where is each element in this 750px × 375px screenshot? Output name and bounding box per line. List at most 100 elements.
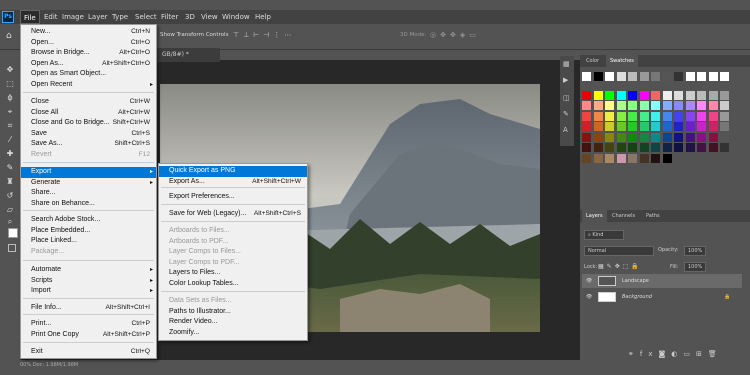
file-menu-item[interactable]: Export ▸ xyxy=(21,167,156,178)
visibility-eye-icon[interactable]: 👁 xyxy=(586,274,592,288)
color-swatch[interactable] xyxy=(697,101,706,110)
color-swatch[interactable] xyxy=(674,111,683,121)
document-tab[interactable]: GB/8#) * xyxy=(150,48,220,62)
menu-file[interactable]: File xyxy=(20,10,40,24)
color-swatch[interactable] xyxy=(616,143,626,152)
color-swatch[interactable] xyxy=(708,132,718,142)
color-swatch[interactable] xyxy=(639,132,649,142)
color-swatch[interactable] xyxy=(628,153,637,163)
color-swatch[interactable] xyxy=(662,132,672,142)
color-swatch[interactable] xyxy=(662,153,672,163)
color-swatch[interactable] xyxy=(605,153,614,163)
color-swatch[interactable] xyxy=(708,111,718,121)
color-swatch[interactable] xyxy=(662,143,672,152)
opacity-field[interactable]: 100% xyxy=(684,246,706,256)
color-swatch[interactable] xyxy=(639,153,649,163)
file-menu-item[interactable]: Exit Ctrl+Q xyxy=(21,347,156,358)
color-swatch[interactable] xyxy=(593,132,603,142)
color-swatch[interactable] xyxy=(651,122,660,131)
file-menu-item[interactable]: Scripts ▸ xyxy=(21,276,156,287)
color-swatch[interactable] xyxy=(674,101,683,110)
menu-edit[interactable]: Edit xyxy=(41,10,61,24)
color-swatch[interactable] xyxy=(708,90,718,100)
color-swatch[interactable] xyxy=(674,132,683,142)
color-swatch[interactable] xyxy=(605,122,614,131)
color-swatch[interactable] xyxy=(628,122,637,131)
menu-type[interactable]: Type xyxy=(109,10,131,24)
file-menu-item[interactable]: Import ▸ xyxy=(21,286,156,297)
color-swatch[interactable] xyxy=(582,153,591,163)
color-swatch[interactable] xyxy=(605,132,614,142)
file-menu-item[interactable]: Print... Ctrl+P xyxy=(21,319,156,330)
color-swatch[interactable] xyxy=(662,101,672,110)
tab-paths[interactable]: Paths xyxy=(642,210,664,222)
color-swatch[interactable] xyxy=(616,72,626,81)
color-swatch[interactable] xyxy=(685,111,695,121)
color-swatch[interactable] xyxy=(662,122,672,131)
color-swatch[interactable] xyxy=(708,143,718,152)
color-swatch[interactable] xyxy=(616,122,626,131)
color-swatch[interactable] xyxy=(593,72,603,81)
export-menu-item[interactable]: Layer Comps to PDF... xyxy=(159,258,307,269)
brush-tool-icon[interactable]: ✎ xyxy=(4,162,16,174)
tab-color[interactable]: Color xyxy=(582,55,603,67)
color-swatch[interactable] xyxy=(639,143,649,152)
color-swatch[interactable] xyxy=(582,143,591,152)
color-swatch[interactable] xyxy=(582,101,591,110)
color-swatch[interactable] xyxy=(720,101,729,110)
export-menu-item[interactable]: Paths to Illustrator... xyxy=(159,307,307,318)
export-menu-item[interactable]: Quick Export as PNG xyxy=(159,166,307,177)
color-swatch[interactable] xyxy=(582,111,591,121)
layer-row-background[interactable]: 👁 Background 🔒 xyxy=(582,290,742,304)
color-swatch[interactable] xyxy=(593,111,603,121)
blend-mode-select[interactable]: Normal xyxy=(584,246,654,256)
color-swatch[interactable] xyxy=(628,143,637,152)
color-swatch[interactable] xyxy=(593,143,603,152)
menu-help[interactable]: Help xyxy=(252,10,274,24)
export-menu-item[interactable]: Zoomify... xyxy=(159,328,307,339)
color-swatch[interactable] xyxy=(628,111,637,121)
color-swatch[interactable] xyxy=(593,101,603,110)
file-menu-item[interactable]: Place Linked... xyxy=(21,236,156,247)
quick-select-tool-icon[interactable]: ⌖ xyxy=(4,106,16,118)
color-swatch[interactable] xyxy=(662,111,672,121)
color-swatch[interactable] xyxy=(593,122,603,131)
character-icon[interactable]: A xyxy=(563,126,568,134)
color-swatch[interactable] xyxy=(651,132,660,142)
color-swatch[interactable] xyxy=(605,101,614,110)
color-swatch[interactable] xyxy=(685,143,695,152)
layers-footer-icons[interactable]: ⚭fx◙◐▭⊞🗑 xyxy=(628,350,723,358)
color-swatch[interactable] xyxy=(593,153,603,163)
file-menu-item[interactable]: Open... Ctrl+O xyxy=(21,38,156,49)
quick-mask-icon[interactable] xyxy=(8,244,16,252)
tab-layers[interactable]: Layers xyxy=(582,210,607,222)
color-swatch[interactable] xyxy=(582,122,591,131)
color-swatch[interactable] xyxy=(697,72,706,81)
color-swatch[interactable] xyxy=(685,90,695,100)
export-menu-item[interactable]: Render Video... xyxy=(159,317,307,328)
file-menu-item[interactable]: Open as Smart Object... xyxy=(21,69,156,80)
color-swatch[interactable] xyxy=(685,101,695,110)
color-swatch[interactable] xyxy=(697,122,706,131)
export-menu-item[interactable]: Color Lookup Tables... xyxy=(159,279,307,290)
color-swatch[interactable] xyxy=(697,143,706,152)
color-swatch[interactable] xyxy=(685,72,695,81)
color-swatch[interactable] xyxy=(651,90,660,100)
color-swatch[interactable] xyxy=(708,101,718,110)
menu-select[interactable]: Select xyxy=(132,10,160,24)
color-swatch[interactable] xyxy=(651,72,660,81)
export-menu-item[interactable]: Layers to Files... xyxy=(159,268,307,279)
eraser-tool-icon[interactable]: ▱ xyxy=(4,204,16,216)
eyedropper-tool-icon[interactable]: ⁄ xyxy=(4,134,16,146)
history-brush-icon[interactable]: ↺ xyxy=(4,190,16,202)
color-swatch[interactable] xyxy=(674,72,683,81)
zoom-tool-icon[interactable]: ⌕ xyxy=(4,216,16,228)
layer-row-landscape[interactable]: 👁 Landscape xyxy=(582,274,742,288)
lasso-tool-icon[interactable]: ϕ xyxy=(4,92,16,104)
color-swatch[interactable] xyxy=(651,143,660,152)
color-swatch[interactable] xyxy=(616,153,626,163)
move-tool-icon[interactable]: ✥ xyxy=(4,64,16,76)
color-swatch[interactable] xyxy=(720,143,729,152)
color-swatch[interactable] xyxy=(616,132,626,142)
file-menu-item[interactable]: New... Ctrl+N xyxy=(21,27,156,38)
